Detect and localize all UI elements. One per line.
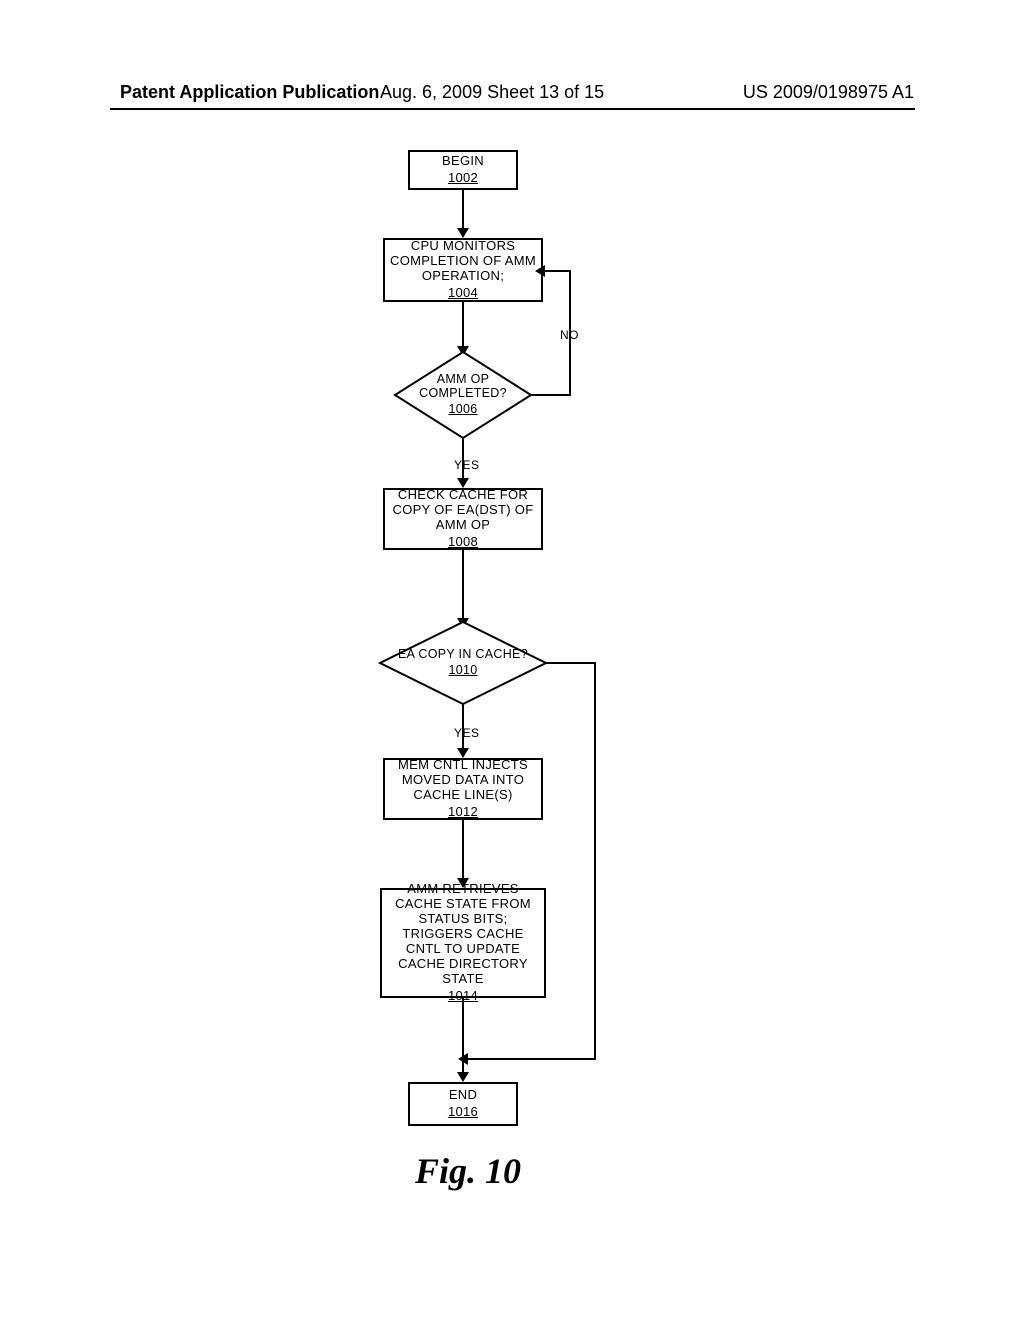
edge <box>463 1058 596 1060</box>
node-begin: BEGIN 1002 <box>408 150 518 190</box>
edge <box>543 270 571 272</box>
node-eacopy-text: EA COPY IN CACHE? <box>398 648 528 662</box>
edge-label-no: NO <box>560 328 579 342</box>
arrowhead-icon <box>535 265 545 277</box>
node-check-ref: 1008 <box>448 535 478 550</box>
edge <box>462 190 464 230</box>
edge <box>462 998 464 1074</box>
node-inject-text: MEM CNTL INJECTS MOVED DATA INTO CACHE L… <box>387 758 539 803</box>
flowchart: BEGIN 1002 CPU MONITORS COMPLETION OF AM… <box>0 0 1024 1320</box>
node-check: CHECK CACHE FOR COPY OF EA(DST) OF AMM O… <box>383 488 543 550</box>
node-check-text: CHECK CACHE FOR COPY OF EA(DST) OF AMM O… <box>387 488 539 533</box>
node-state-text: AMM RETRIEVES CACHE STATE FROM STATUS BI… <box>384 882 542 987</box>
page: Patent Application Publication Aug. 6, 2… <box>0 0 1024 1320</box>
edge <box>531 394 571 396</box>
node-end: END 1016 <box>408 1082 518 1126</box>
node-end-ref: 1016 <box>448 1105 478 1120</box>
node-inject-ref: 1012 <box>448 805 478 820</box>
node-done-decision: AMM OP COMPLETED? 1006 <box>393 350 533 440</box>
node-eacopy-decision: EA COPY IN CACHE? 1010 <box>378 620 548 706</box>
edge-label-yes2: YES <box>454 726 480 740</box>
node-monitor-text: CPU MONITORS COMPLETION OF AMM OPERATION… <box>387 239 539 284</box>
arrowhead-icon <box>457 1072 469 1082</box>
figure-label: Fig. 10 <box>415 1150 521 1192</box>
node-begin-ref: 1002 <box>448 171 478 186</box>
edge <box>594 662 596 1060</box>
node-done-text: AMM OP COMPLETED? <box>393 373 533 401</box>
edge <box>462 550 464 620</box>
edge <box>462 820 464 880</box>
node-monitor-ref: 1004 <box>448 286 478 301</box>
edge-label-yes1: YES <box>454 458 480 472</box>
node-eacopy-ref: 1010 <box>398 664 528 678</box>
node-inject: MEM CNTL INJECTS MOVED DATA INTO CACHE L… <box>383 758 543 820</box>
node-done-ref: 1006 <box>393 403 533 417</box>
node-end-text: END <box>449 1088 477 1103</box>
arrowhead-icon <box>457 228 469 238</box>
node-state: AMM RETRIEVES CACHE STATE FROM STATUS BI… <box>380 888 546 998</box>
node-monitor: CPU MONITORS COMPLETION OF AMM OPERATION… <box>383 238 543 302</box>
edge <box>546 662 596 664</box>
edge <box>462 302 464 348</box>
node-begin-text: BEGIN <box>442 154 484 169</box>
